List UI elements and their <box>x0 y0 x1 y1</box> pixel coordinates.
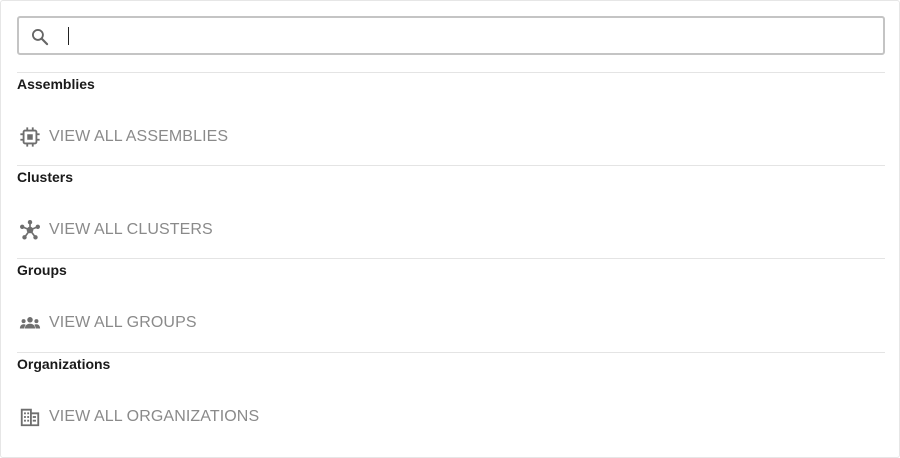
view-all-label: VIEW ALL GROUPS <box>49 314 197 331</box>
section-groups: Groups VIEW ALL GROUPS <box>17 258 885 353</box>
text-cursor <box>68 27 69 45</box>
view-all-organizations-link[interactable]: VIEW ALL ORGANIZATIONS <box>17 405 259 429</box>
cluster-icon <box>18 218 42 242</box>
section-clusters: Clusters VIEW ALL CLUSTERS <box>17 165 885 259</box>
view-all-label: VIEW ALL ASSEMBLIES <box>49 128 229 145</box>
search-dropdown-panel: Assemblies VIEW ALL ASSEMBLIES Clusters … <box>0 0 900 458</box>
section-title: Clusters <box>17 169 74 185</box>
search-box[interactable] <box>17 16 885 55</box>
view-all-clusters-link[interactable]: VIEW ALL CLUSTERS <box>17 218 213 242</box>
search-input[interactable] <box>63 23 863 47</box>
view-all-label: VIEW ALL ORGANIZATIONS <box>49 408 260 425</box>
section-title: Groups <box>17 262 67 278</box>
view-all-assemblies-link[interactable]: VIEW ALL ASSEMBLIES <box>17 125 228 149</box>
section-title: Organizations <box>17 356 111 372</box>
building-icon <box>18 405 42 429</box>
section-title: Assemblies <box>17 76 95 92</box>
search-icon <box>30 27 50 47</box>
section-organizations: Organizations VIEW ALL ORGANIZATIONS <box>17 352 885 453</box>
group-icon <box>18 311 42 335</box>
chip-icon <box>18 125 42 149</box>
view-all-label: VIEW ALL CLUSTERS <box>49 221 213 238</box>
view-all-groups-link[interactable]: VIEW ALL GROUPS <box>17 311 197 335</box>
section-assemblies: Assemblies VIEW ALL ASSEMBLIES <box>17 72 885 166</box>
